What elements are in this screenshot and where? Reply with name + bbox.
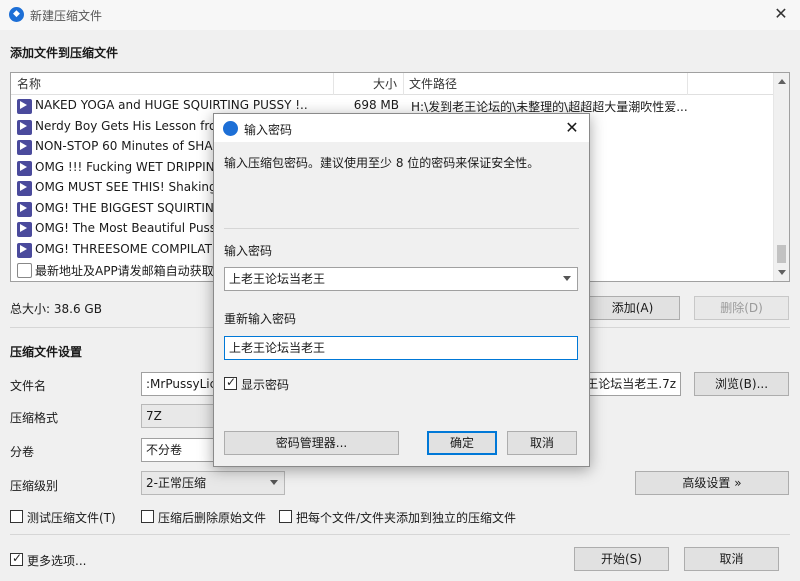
password-input[interactable]: 上老王论坛当老王: [224, 267, 578, 291]
divider: [224, 228, 579, 229]
delete-after-checkbox[interactable]: [141, 510, 154, 523]
show-password-label[interactable]: 显示密码: [241, 376, 289, 393]
video-file-icon: [17, 140, 32, 155]
file-list-header: 名称 大小 文件路径: [11, 73, 789, 95]
volume-label: 分卷: [10, 445, 35, 459]
dialog-close-icon[interactable]: ✕: [561, 117, 583, 139]
file-name: NAKED YOGA and HUGE SQUIRTING PUSSY !...: [35, 98, 307, 112]
delete-button[interactable]: 删除(D): [694, 296, 789, 320]
more-options-label[interactable]: 更多选项...: [27, 552, 86, 569]
scroll-up-icon[interactable]: [778, 79, 786, 84]
settings-section-title: 压缩文件设置: [10, 345, 83, 359]
password-manager-button[interactable]: 密码管理器...: [224, 431, 399, 455]
password-value: 上老王论坛当老王: [229, 272, 326, 286]
confirm-password-value: 上老王论坛当老王: [229, 341, 326, 355]
video-file-icon: [17, 181, 32, 196]
column-header-path[interactable]: 文件路径: [403, 73, 683, 95]
app-logo-icon: [223, 121, 238, 136]
show-password-checkbox[interactable]: [224, 375, 237, 390]
password-dialog: 输入密码 ✕ 输入压缩包密码。建议使用至少 8 位的密码来保证安全性。 输入密码…: [213, 113, 590, 467]
delete-after-label[interactable]: 压缩后删除原始文件: [158, 509, 266, 526]
title-bar: ◆ 新建压缩文件 ✕: [0, 0, 800, 30]
filename-tail: 王论坛当老王.7z: [586, 377, 676, 391]
filename-value: :MrPussyLick: [146, 377, 224, 391]
more-options-checkbox[interactable]: [10, 551, 23, 566]
column-header-name[interactable]: 名称: [11, 73, 311, 95]
dialog-cancel-button[interactable]: 取消: [507, 431, 577, 455]
filename-label: 文件名: [10, 379, 47, 393]
password-label: 输入密码: [224, 244, 273, 258]
list-scrollbar[interactable]: [773, 73, 789, 281]
dialog-title: 输入密码: [244, 123, 293, 137]
video-file-icon: [17, 201, 32, 217]
format-label: 压缩格式: [10, 411, 59, 425]
confirm-password-label: 重新输入密码: [224, 312, 297, 326]
column-header-size[interactable]: 大小: [333, 73, 401, 95]
start-button[interactable]: 开始(S): [574, 547, 669, 571]
window-title: 新建压缩文件: [30, 9, 103, 23]
cancel-button[interactable]: 取消: [684, 547, 779, 571]
level-label: 压缩级别: [10, 479, 59, 493]
video-file-icon: [17, 160, 32, 176]
level-value: 2-正常压缩: [146, 476, 206, 490]
level-select[interactable]: 2-正常压缩: [141, 471, 285, 495]
dialog-body: 输入压缩包密码。建议使用至少 8 位的密码来保证安全性。 输入密码 上老王论坛当…: [214, 142, 589, 466]
chevron-down-icon: [270, 480, 278, 485]
total-size: 总大小: 38.6 GB: [10, 302, 102, 316]
confirm-password-input[interactable]: 上老王论坛当老王: [224, 336, 578, 360]
close-icon[interactable]: ✕: [770, 3, 792, 25]
advanced-settings-button[interactable]: 高级设置 »: [635, 471, 789, 495]
test-archive-label[interactable]: 测试压缩文件(T): [27, 509, 116, 526]
add-button[interactable]: 添加(A): [585, 296, 680, 320]
ok-button[interactable]: 确定: [427, 431, 497, 455]
test-archive-checkbox[interactable]: [10, 510, 23, 523]
dialog-title-bar: 输入密码 ✕: [214, 114, 589, 142]
scroll-thumb[interactable]: [777, 245, 786, 263]
file-size: 698 MB: [353, 98, 399, 112]
volume-value: 不分卷: [146, 443, 183, 457]
video-file-icon: [17, 242, 32, 258]
video-file-icon: [17, 99, 32, 114]
separate-archives-label[interactable]: 把每个文件/文件夹添加到独立的压缩文件: [296, 509, 516, 526]
video-file-icon: [17, 222, 32, 237]
chevron-down-icon[interactable]: [563, 276, 571, 281]
browse-button[interactable]: 浏览(B)...: [694, 372, 789, 396]
column-separator: [687, 73, 688, 95]
text-file-icon: [17, 263, 32, 278]
divider: [10, 534, 790, 535]
format-value: 7Z: [146, 409, 162, 423]
scroll-down-icon[interactable]: [778, 270, 786, 275]
app-logo-icon: ◆: [9, 7, 24, 22]
separate-archives-checkbox[interactable]: [279, 510, 292, 523]
video-file-icon: [17, 119, 32, 135]
add-section-title: 添加文件到压缩文件: [10, 46, 119, 60]
dialog-hint: 输入压缩包密码。建议使用至少 8 位的密码来保证安全性。: [224, 156, 540, 170]
